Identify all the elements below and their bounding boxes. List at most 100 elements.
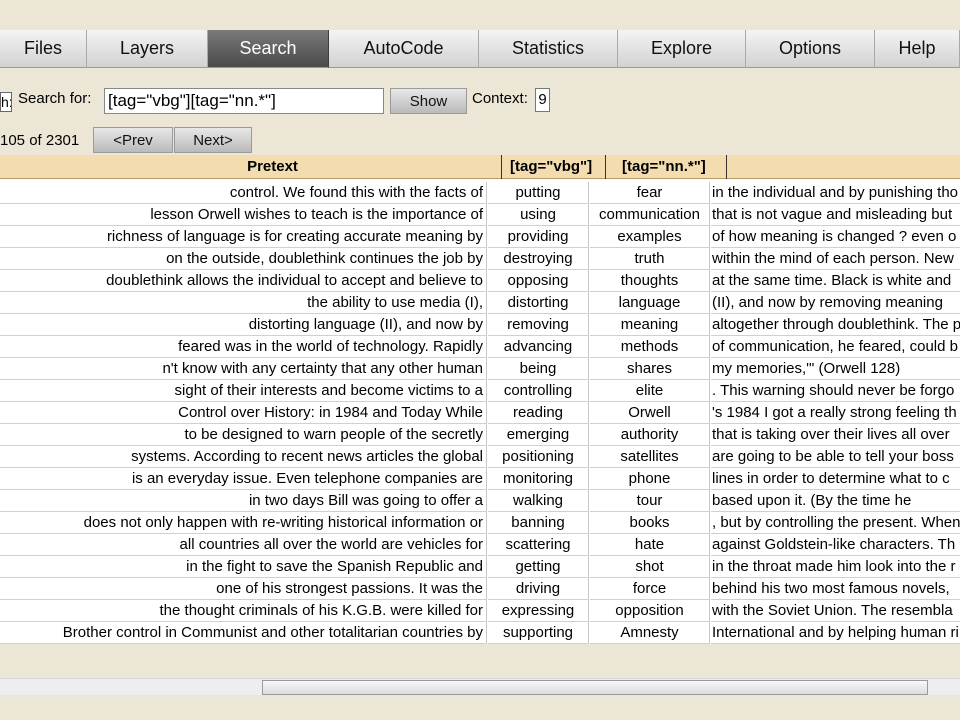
pretext-cell: all countries all over the world are veh… (0, 534, 487, 556)
table-row[interactable]: to be designed to warn people of the sec… (0, 424, 960, 446)
posttext-cell: my memories,'" (Orwell 128) (711, 358, 960, 380)
nn-cell: communication (590, 204, 710, 226)
table-row[interactable]: lesson Orwell wishes to teach is the imp… (0, 204, 960, 226)
prev-button[interactable]: <Prev (93, 127, 173, 153)
table-row[interactable]: all countries all over the world are veh… (0, 534, 960, 556)
table-row[interactable]: Control over History: in 1984 and Today … (0, 402, 960, 424)
posttext-cell: are going to be able to tell your boss (711, 446, 960, 468)
vbg-cell: scattering (488, 534, 589, 556)
table-row[interactable]: is an everyday issue. Even telephone com… (0, 468, 960, 490)
column-header-pretext[interactable]: Pretext (0, 155, 502, 179)
tab-label: AutoCode (363, 38, 444, 58)
tab-statistics[interactable]: Statistics (479, 30, 618, 68)
pretext-cell: does not only happen with re-writing his… (0, 512, 487, 534)
posttext-cell: at the same time. Black is white and (711, 270, 960, 292)
pretext-cell: distorting language (II), and now by (0, 314, 487, 336)
tab-bar: Files Layers Search AutoCode Statistics … (0, 0, 960, 68)
tab-label: Help (898, 38, 936, 58)
search-mode-field[interactable]: h: (0, 92, 12, 112)
posttext-cell: 's 1984 I got a really strong feeling th (711, 402, 960, 424)
vbg-cell: expressing (488, 600, 589, 622)
tab-label: Files (23, 38, 62, 58)
table-row[interactable]: richness of language is for creating acc… (0, 226, 960, 248)
nn-cell: shot (590, 556, 710, 578)
pretext-cell: doublethink allows the individual to acc… (0, 270, 487, 292)
table-row[interactable]: feared was in the world of technology. R… (0, 336, 960, 358)
vbg-cell: providing (488, 226, 589, 248)
nn-cell: meaning (590, 314, 710, 336)
table-row[interactable]: the ability to use media (I), distorting l… (0, 292, 960, 314)
nn-cell: tour (590, 490, 710, 512)
table-row[interactable]: one of his strongest passions. It was th… (0, 578, 960, 600)
table-row[interactable]: control. We found this with the facts of… (0, 182, 960, 204)
table-row[interactable]: Brother control in Communist and other t… (0, 622, 960, 644)
nn-cell: force (590, 578, 710, 600)
tab-autocode[interactable]: AutoCode (329, 30, 479, 68)
tab-options[interactable]: Options (746, 30, 875, 68)
horizontal-scrollbar[interactable] (0, 678, 960, 695)
nn-cell: truth (590, 248, 710, 270)
posttext-cell: within the mind of each person. New (711, 248, 960, 270)
posttext-cell: behind his two most famous novels, (711, 578, 960, 600)
pretext-cell: systems. According to recent news articl… (0, 446, 487, 468)
table-row[interactable]: in two days Bill was going to offer a wal… (0, 490, 960, 512)
tab-explore[interactable]: Explore (618, 30, 746, 68)
table-body: control. We found this with the facts of… (0, 182, 960, 644)
search-row: h: Search for: [tag="vbg"][tag="nn.*"] S… (0, 84, 960, 116)
tab-label: Explore (650, 38, 713, 58)
nn-cell: hate (590, 534, 710, 556)
pretext-cell: richness of language is for creating acc… (0, 226, 487, 248)
pretext-cell: to be designed to warn people of the sec… (0, 424, 487, 446)
nn-cell: phone (590, 468, 710, 490)
nn-cell: language (590, 292, 710, 314)
table-row[interactable]: in the fight to save the Spanish Republi… (0, 556, 960, 578)
nn-cell: methods (590, 336, 710, 358)
vbg-cell: controlling (488, 380, 589, 402)
vbg-cell: walking (488, 490, 589, 512)
posttext-cell: against Goldstein-like characters. Th (711, 534, 960, 556)
context-input[interactable]: 9 (535, 88, 550, 112)
posttext-cell: of communication, he feared, could b (711, 336, 960, 358)
column-header-nn[interactable]: [tag="nn.*"] (607, 155, 727, 179)
posttext-cell: . This warning should never be forgo (711, 380, 960, 402)
prev-button-label: <Prev (113, 131, 153, 149)
search-input[interactable]: [tag="vbg"][tag="nn.*"] (104, 88, 384, 114)
nn-cell: satellites (590, 446, 710, 468)
table-row[interactable]: does not only happen with re-writing his… (0, 512, 960, 534)
search-for-label: Search for: (18, 90, 92, 107)
tab-search[interactable]: Search (208, 30, 329, 68)
table-row[interactable]: doublethink allows the individual to acc… (0, 270, 960, 292)
nn-cell: examples (590, 226, 710, 248)
table-row[interactable]: the thought criminals of his K.G.B. were… (0, 600, 960, 622)
tab-help[interactable]: Help (875, 30, 960, 68)
nn-cell: Amnesty (590, 622, 710, 644)
posttext-cell: in the individual and by punishing tho (711, 182, 960, 204)
table-header: Pretext [tag="vbg"] [tag="nn.*"] (0, 155, 960, 179)
pager-row: 105 of 2301 <Prev Next> (0, 126, 960, 154)
show-button[interactable]: Show (390, 88, 467, 114)
tab-files[interactable]: Files (0, 30, 87, 68)
scrollbar-thumb[interactable] (262, 680, 928, 695)
column-header-vbg[interactable]: [tag="vbg"] (503, 155, 606, 179)
table-row[interactable]: systems. According to recent news articl… (0, 446, 960, 468)
pretext-cell: lesson Orwell wishes to teach is the imp… (0, 204, 487, 226)
table-row[interactable]: n't know with any certainty that any oth… (0, 358, 960, 380)
next-button-label: Next> (193, 131, 233, 149)
vbg-cell: advancing (488, 336, 589, 358)
vbg-cell: banning (488, 512, 589, 534)
result-count: 105 of 2301 (0, 132, 80, 149)
pretext-cell: the ability to use media (I), (0, 292, 487, 314)
table-row[interactable]: on the outside, doublethink continues th… (0, 248, 960, 270)
results-table: Pretext [tag="vbg"] [tag="nn.*"] control… (0, 155, 960, 644)
posttext-cell: that is taking over their lives all over (711, 424, 960, 446)
pretext-cell: is an everyday issue. Even telephone com… (0, 468, 487, 490)
vbg-cell: positioning (488, 446, 589, 468)
posttext-cell: altogether through doublethink. The p (711, 314, 960, 336)
next-button[interactable]: Next> (174, 127, 252, 153)
nn-cell: books (590, 512, 710, 534)
pretext-cell: on the outside, doublethink continues th… (0, 248, 487, 270)
table-row[interactable]: distorting language (II), and now by remo… (0, 314, 960, 336)
posttext-cell: that is not vague and misleading but (711, 204, 960, 226)
tab-layers[interactable]: Layers (87, 30, 208, 68)
table-row[interactable]: sight of their interests and become vict… (0, 380, 960, 402)
